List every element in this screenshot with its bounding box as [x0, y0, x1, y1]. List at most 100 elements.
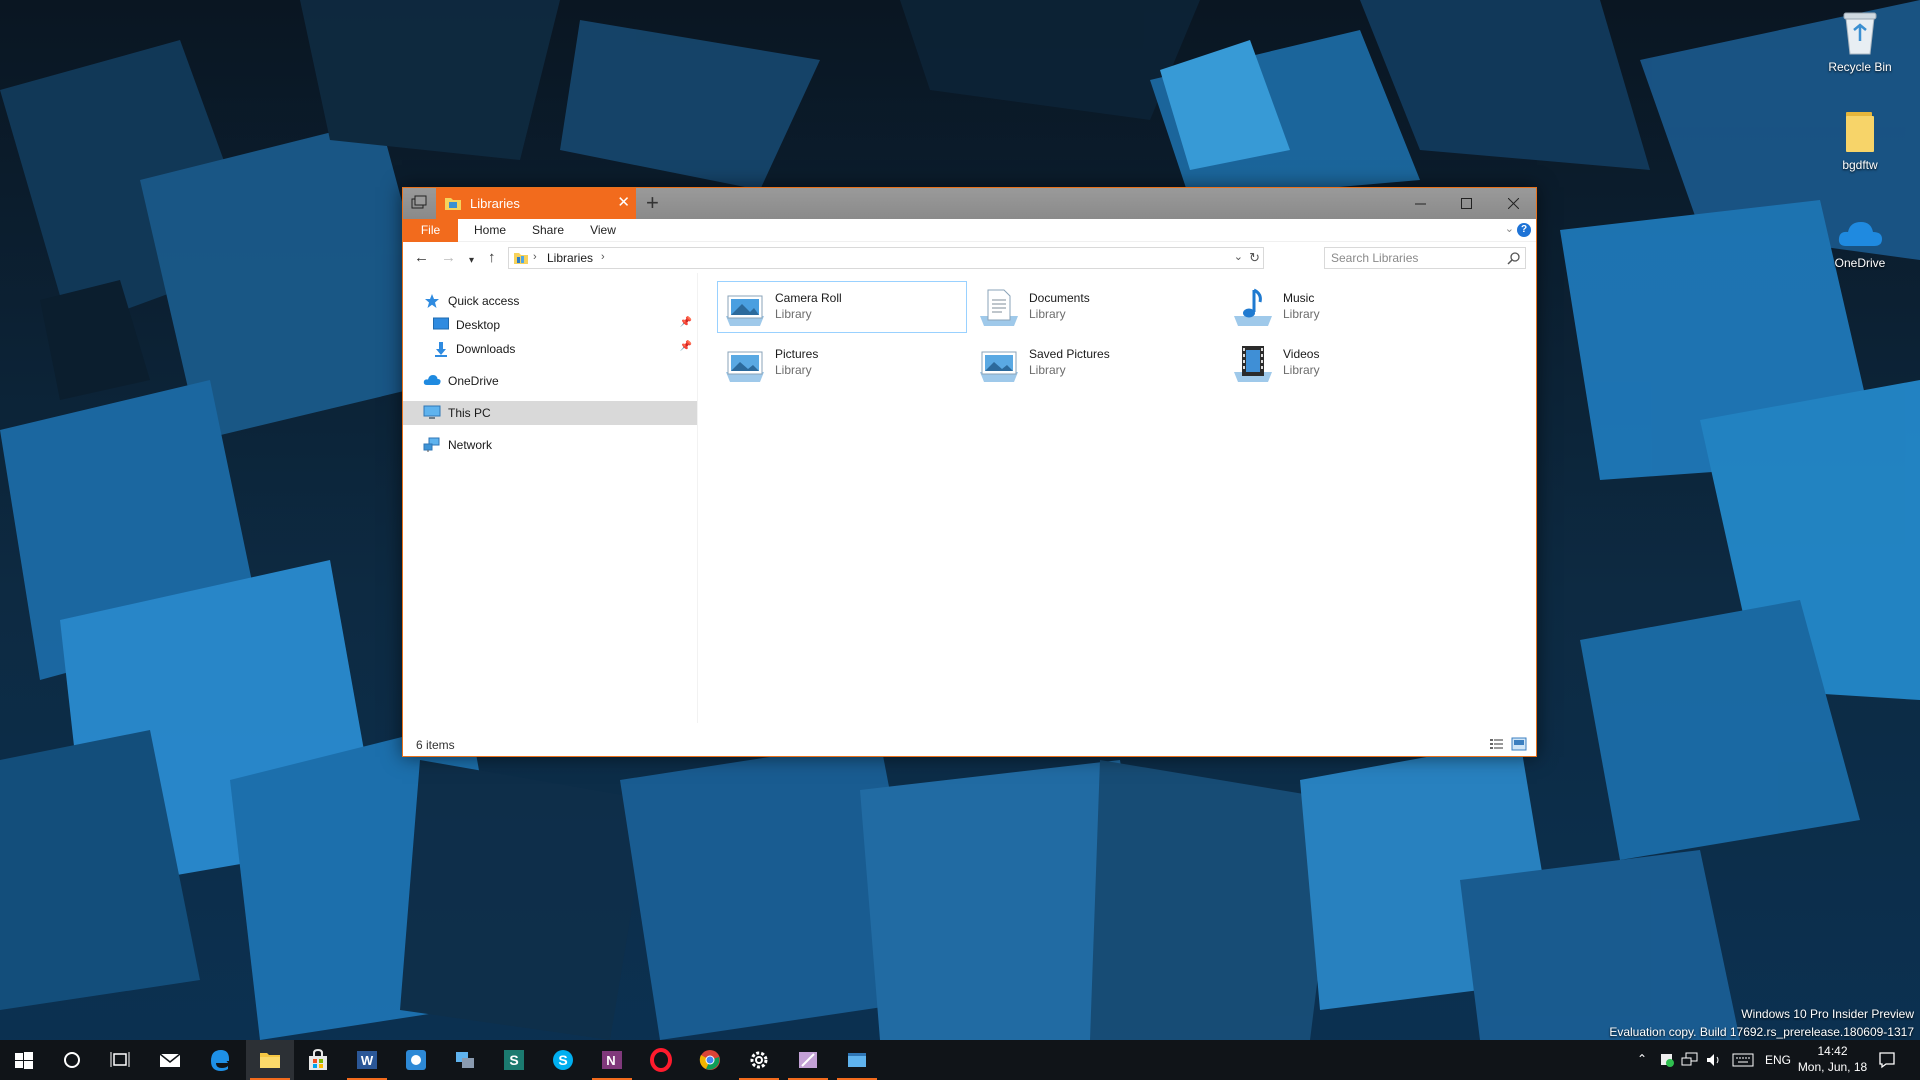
expand-ribbon-chevron-icon[interactable]: ⌄: [1505, 222, 1514, 235]
taskbar-mail[interactable]: [146, 1040, 194, 1080]
ribbon-tab-file[interactable]: File: [403, 219, 458, 242]
volume-tray-icon[interactable]: [1705, 1052, 1723, 1068]
minimize-button[interactable]: [1397, 188, 1443, 219]
store-bag-icon: [309, 1048, 327, 1070]
svg-text:S: S: [558, 1052, 567, 1068]
cortana-search-button[interactable]: [48, 1040, 96, 1080]
action-center-icon[interactable]: [1878, 1051, 1896, 1069]
navigation-bar: ← → ▾ ↑ › Libraries › ⌄ ↻: [403, 243, 1536, 273]
nav-item-onedrive[interactable]: OneDrive: [403, 369, 697, 393]
saved-pictures-library-icon: [980, 351, 1018, 382]
documents-library-icon: [980, 289, 1018, 326]
taskbar-app-blue[interactable]: [392, 1040, 440, 1080]
breadcrumb-separator[interactable]: ›: [601, 251, 605, 263]
help-button[interactable]: ?: [1517, 223, 1531, 237]
search-input[interactable]: [1331, 248, 1501, 268]
input-language[interactable]: ENG: [1765, 1053, 1791, 1080]
tab-overview-button[interactable]: [409, 194, 429, 214]
show-hidden-icons-chevron-icon[interactable]: ⌃: [1637, 1052, 1647, 1080]
library-name: Videos: [1283, 347, 1320, 361]
taskbar-app-network[interactable]: [441, 1040, 489, 1080]
chrome-icon: [699, 1050, 720, 1070]
pin-icon[interactable]: 📌: [680, 341, 692, 352]
desktop-icon-bgdftw[interactable]: bgdftw: [1815, 110, 1905, 172]
library-type: Library: [1029, 363, 1066, 377]
nav-item-downloads[interactable]: Downloads 📌: [403, 337, 697, 361]
ribbon-tab-share[interactable]: Share: [524, 219, 572, 242]
library-item-saved-pictures[interactable]: Saved Pictures Library: [971, 337, 1221, 389]
refresh-icon[interactable]: ↻: [1249, 250, 1260, 266]
tab-libraries[interactable]: Libraries ✕: [436, 188, 636, 219]
maximize-button[interactable]: [1443, 188, 1489, 219]
tab-close-button[interactable]: ✕: [617, 195, 630, 210]
library-name: Camera Roll: [775, 291, 842, 305]
taskbar-clock[interactable]: 14:42 Mon, Jun, 18: [1795, 1043, 1870, 1075]
new-tab-button[interactable]: +: [646, 192, 659, 214]
forward-arrow-icon[interactable]: →: [441, 250, 456, 265]
taskbar-store[interactable]: [294, 1040, 342, 1080]
sway-icon: S: [504, 1050, 524, 1070]
ribbon-tab-view[interactable]: View: [581, 219, 625, 242]
library-item-pictures[interactable]: Pictures Library: [717, 337, 967, 389]
status-bar: 6 items: [403, 733, 1536, 756]
library-item-camera-roll[interactable]: Camera Roll Library: [717, 281, 967, 333]
large-icons-view-icon[interactable]: [1511, 737, 1527, 751]
taskbar-app-window[interactable]: [833, 1040, 881, 1080]
clock-time: 14:42: [1817, 1044, 1848, 1058]
pin-icon[interactable]: 📌: [680, 317, 692, 328]
taskbar-edge[interactable]: [196, 1040, 244, 1080]
taskbar-file-explorer[interactable]: [246, 1040, 294, 1080]
network-tray-icon[interactable]: [1681, 1052, 1699, 1068]
close-window-button[interactable]: [1490, 188, 1536, 219]
taskbar-settings[interactable]: [735, 1040, 783, 1080]
library-item-music[interactable]: Music Library: [1225, 281, 1475, 333]
nav-item-this-pc[interactable]: This PC: [403, 401, 697, 425]
address-bar[interactable]: › Libraries › ⌄ ↻: [508, 247, 1264, 269]
gear-icon: [750, 1051, 768, 1069]
details-view-icon[interactable]: [1489, 737, 1505, 751]
taskbar-opera[interactable]: [637, 1040, 685, 1080]
up-arrow-icon[interactable]: ↑: [488, 250, 496, 265]
windows-logo-icon: [15, 1052, 33, 1069]
library-item-videos[interactable]: Videos Library: [1225, 337, 1475, 389]
nav-item-desktop[interactable]: Desktop 📌: [403, 313, 697, 337]
recent-locations-chevron-icon[interactable]: ▾: [469, 253, 474, 268]
download-arrow-icon: [435, 342, 447, 357]
taskbar-skype[interactable]: S: [539, 1040, 587, 1080]
network-settings-icon: [456, 1052, 474, 1068]
library-type: Library: [1283, 307, 1320, 321]
close-icon: [1507, 197, 1519, 210]
desktop-icon-recycle-bin[interactable]: Recycle Bin: [1815, 8, 1905, 74]
title-bar[interactable]: Libraries ✕ +: [403, 188, 1536, 219]
desktop-icon-label: bgdftw: [1842, 158, 1878, 172]
security-tray-icon[interactable]: [1659, 1052, 1675, 1068]
start-button[interactable]: [0, 1040, 48, 1080]
touch-keyboard-icon[interactable]: [1732, 1053, 1754, 1067]
svg-text:W: W: [361, 1053, 374, 1068]
ribbon-tab-home[interactable]: Home: [466, 219, 514, 242]
desktop-icon-onedrive[interactable]: OneDrive: [1815, 212, 1905, 270]
taskbar-word[interactable]: W: [343, 1040, 391, 1080]
taskbar-onenote[interactable]: N: [588, 1040, 636, 1080]
taskbar-app-photos[interactable]: [784, 1040, 832, 1080]
search-box[interactable]: [1324, 247, 1526, 269]
breadcrumb-libraries[interactable]: Libraries: [547, 251, 593, 265]
taskbar-sway[interactable]: S: [490, 1040, 538, 1080]
library-item-documents[interactable]: Documents Library: [971, 281, 1221, 333]
nav-item-network[interactable]: Network: [403, 433, 697, 457]
tab-title: Libraries: [470, 196, 520, 211]
breadcrumb-separator[interactable]: ›: [533, 251, 537, 263]
search-icon[interactable]: [1507, 251, 1521, 265]
mail-icon: [159, 1053, 181, 1067]
nav-item-quick-access[interactable]: Quick access: [403, 289, 697, 313]
opera-icon: [650, 1048, 672, 1072]
taskbar-chrome[interactable]: [686, 1040, 734, 1080]
address-history-chevron-icon[interactable]: ⌄: [1234, 250, 1243, 263]
task-view-icon: [110, 1052, 130, 1067]
task-view-button[interactable]: [96, 1040, 144, 1080]
desktop-folder-icon: [433, 317, 449, 330]
app-window-icon: [848, 1053, 866, 1067]
library-name: Music: [1283, 291, 1315, 305]
clock-date: Mon, Jun, 18: [1797, 1060, 1868, 1074]
back-arrow-icon[interactable]: ←: [414, 250, 429, 265]
